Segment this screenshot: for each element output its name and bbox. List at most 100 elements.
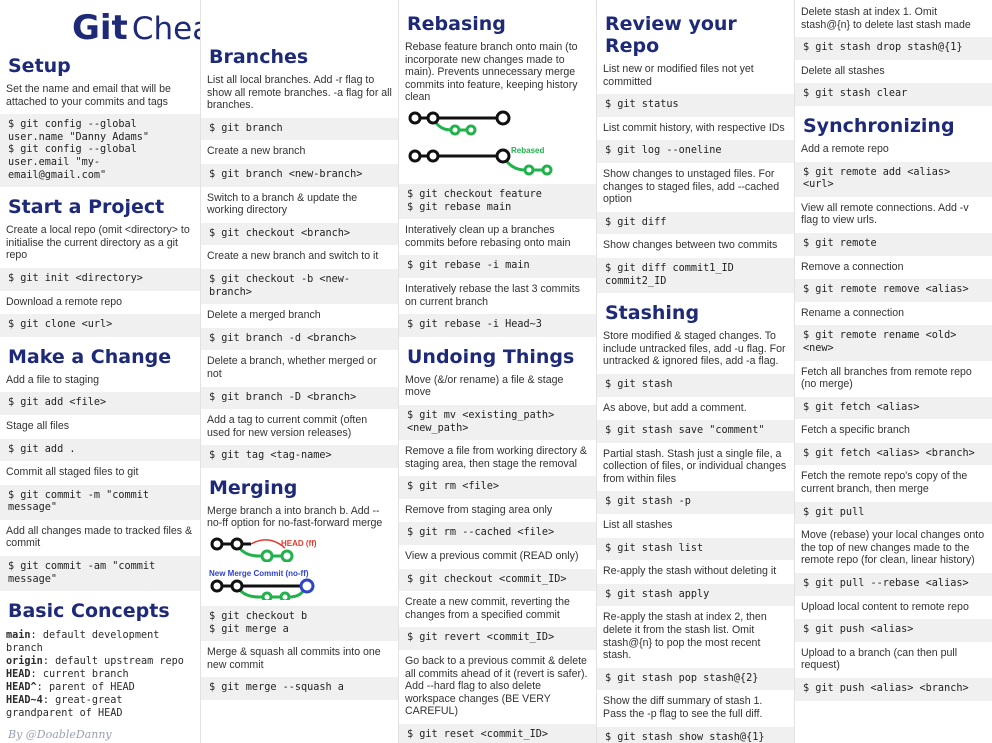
title-cheat-sheet: Cheat Sheet — [131, 11, 200, 47]
branches-command-5[interactable]: $ git branch -d <branch> — [201, 327, 398, 351]
rebasing-desc-2: Interatively clean up a branches commits… — [405, 224, 571, 249]
undo-command-3[interactable]: $ git rm --cached <file> — [399, 522, 596, 546]
branches-command-4[interactable]: $ git checkout -b <new- branch> — [201, 268, 398, 305]
review-command-3[interactable]: $ git diff — [597, 211, 794, 235]
commit-node — [210, 579, 224, 593]
concepts-list: main: default development branch origin:… — [0, 625, 200, 724]
column-5: Delete stash at index 1. Omit stash@{n} … — [794, 0, 992, 743]
sync-desc-10: Upload to a branch (can then pull reques… — [801, 646, 958, 672]
branches-desc-2: Create a new branch — [207, 145, 306, 158]
rebasing-command-1[interactable]: $ git checkout feature $ git rebase main — [399, 183, 596, 220]
sync-command-9[interactable]: $ git push <alias> — [795, 619, 992, 642]
merging-command-1[interactable]: $ git checkout b $ git merge a — [201, 606, 398, 642]
undo-command-2[interactable]: $ git rm <file> — [399, 476, 596, 499]
stash-clear-command[interactable]: $ git stash clear — [795, 83, 992, 106]
sync-command-4[interactable]: $ git remote rename <old> <new> — [795, 325, 992, 361]
rebase-before-graph — [408, 110, 511, 136]
stash-desc-5: Re-apply the stash without deleting it — [603, 565, 777, 578]
commit-node — [408, 149, 422, 163]
branches-desc-7: Add a tag to current commit (often used … — [207, 414, 368, 439]
rebased-label: Rebased — [511, 146, 544, 155]
sync-command-8[interactable]: $ git pull --rebase <alias> — [795, 573, 992, 596]
rebasing-desc-1: Rebase feature branch onto main (to inco… — [405, 41, 578, 104]
rebase-after-diagram: Rebased — [399, 142, 596, 182]
sync-command-10[interactable]: $ git push <alias> <branch> — [795, 678, 992, 701]
section-basic-concepts: Basic Concepts main: default development… — [0, 593, 200, 724]
section-rebasing: Rebasing Rebase feature branch onto main… — [399, 6, 596, 337]
undo-command-4[interactable]: $ git checkout <commit_ID> — [399, 568, 596, 592]
undo-command-1[interactable]: $ git mv <existing_path> <new_path> — [399, 404, 596, 441]
heading-make-change: Make a Change — [8, 345, 172, 368]
commit-node — [495, 110, 511, 126]
concept-value: : parent of HEAD — [36, 682, 135, 694]
commit-node — [449, 124, 461, 136]
branches-command-1[interactable]: $ git branch — [201, 117, 398, 141]
merging-command-2[interactable]: $ git merge --squash a — [201, 677, 398, 701]
review-command-1[interactable]: $ git status — [597, 94, 794, 117]
setup-desc: Set the name and email that will be atta… — [6, 83, 171, 108]
sync-command-5[interactable]: $ git fetch <alias> — [795, 396, 992, 420]
stash-drop-command[interactable]: $ git stash drop stash@{1} — [795, 37, 992, 60]
stash-desc-4: List all stashes — [603, 519, 673, 532]
setup-command[interactable]: $ git config --global user.name "Danny A… — [0, 114, 200, 188]
commit-node — [408, 111, 422, 125]
rebasing-desc-3: Interatively rebase the last 3 commits o… — [405, 282, 580, 308]
section-synchronizing: Synchronizing Add a remote repo $ git re… — [795, 108, 992, 701]
undo-desc-4: View a previous commit (READ only) — [405, 550, 579, 563]
branches-command-3[interactable]: $ git checkout <branch> — [201, 222, 398, 246]
commit-node — [465, 124, 477, 136]
stash-command-5[interactable]: $ git stash apply — [597, 583, 794, 607]
commit-node — [426, 149, 440, 163]
stash-command-6[interactable]: $ git stash pop stash@{2} — [597, 667, 794, 691]
change-command-3[interactable]: $ git commit -m "commit message" — [0, 484, 200, 520]
change-desc-1: Add a file to staging — [6, 373, 100, 386]
sync-command-6[interactable]: $ git fetch <alias> <branch> — [795, 442, 992, 466]
commit-node — [541, 164, 553, 176]
merge-ff-graph: HEAD (ff) — [210, 537, 317, 563]
new-merge-commit-label: New Merge Commit (no-ff) — [209, 569, 309, 578]
start-command-1[interactable]: $ git init <directory> — [0, 267, 200, 291]
column-2: Branches List all local branches. Add -r… — [200, 0, 398, 743]
rebasing-command-2[interactable]: $ git rebase -i main — [399, 255, 596, 278]
heading-synchronizing: Synchronizing — [803, 114, 955, 137]
section-undoing: Undoing Things Move (&/or rename) a file… — [399, 339, 596, 743]
sync-command-3[interactable]: $ git remote remove <alias> — [795, 279, 992, 302]
stash-command-7[interactable]: $ git stash show stash@{1} — [597, 726, 794, 743]
branches-command-2[interactable]: $ git branch <new-branch> — [201, 163, 398, 187]
undo-desc-1: Move (&/or rename) a file & stage move — [405, 373, 564, 399]
change-command-1[interactable]: $ git add <file> — [0, 392, 200, 415]
commit-node — [426, 111, 440, 125]
change-command-2[interactable]: $ git add . — [0, 438, 200, 462]
sync-command-7[interactable]: $ git pull — [795, 501, 992, 525]
sync-command-1[interactable]: $ git remote add <alias> <url> — [795, 161, 992, 197]
undo-command-5[interactable]: $ git revert <commit_ID> — [399, 627, 596, 651]
heading-start-project: Start a Project — [8, 196, 165, 219]
stash-command-2[interactable]: $ git stash save "comment" — [597, 420, 794, 443]
stash-desc-1: Store modified & staged changes. To incl… — [603, 330, 786, 368]
stash-command-4[interactable]: $ git stash list — [597, 537, 794, 561]
stash-command-3[interactable]: $ git stash -p — [597, 491, 794, 515]
review-command-4[interactable]: $ git diff commit1_ID commit2_ID — [597, 257, 794, 294]
concept-key: origin — [6, 656, 43, 668]
title-git: Git — [72, 8, 128, 48]
heading-setup: Setup — [8, 55, 71, 77]
column-1: GitCheat Sheet Setup Set the name and em… — [0, 0, 200, 743]
change-command-4[interactable]: $ git commit -am "commit message" — [0, 556, 200, 592]
review-desc-2: List commit history, with respective IDs — [603, 121, 785, 134]
heading-merging: Merging — [209, 476, 298, 499]
head-ff-label: HEAD (ff) — [281, 539, 317, 548]
review-command-2[interactable]: $ git log --oneline — [597, 140, 794, 163]
heading-rebasing: Rebasing — [407, 13, 506, 35]
merge-noff-diagram: New Merge Commit (no-ff) — [201, 566, 398, 604]
rebasing-command-3[interactable]: $ git rebase -i Head~3 — [399, 314, 596, 337]
sync-command-2[interactable]: $ git remote — [795, 232, 992, 256]
stash-command-1[interactable]: $ git stash — [597, 373, 794, 397]
start-command-2[interactable]: $ git clone <url> — [0, 314, 200, 337]
branches-command-6[interactable]: $ git branch -D <branch> — [201, 386, 398, 410]
stash-drop-desc: Delete stash at index 1. Omit stash@{n} … — [801, 6, 971, 31]
undo-command-6[interactable]: $ git reset <commit_ID> — [399, 724, 596, 743]
branches-command-7[interactable]: $ git tag <tag-name> — [201, 445, 398, 468]
branches-desc-4: Create a new branch and switch to it — [207, 250, 379, 263]
concept-key: HEAD^ — [6, 682, 37, 694]
section-merging: Merging Merge branch a into branch b. Ad… — [201, 470, 398, 701]
